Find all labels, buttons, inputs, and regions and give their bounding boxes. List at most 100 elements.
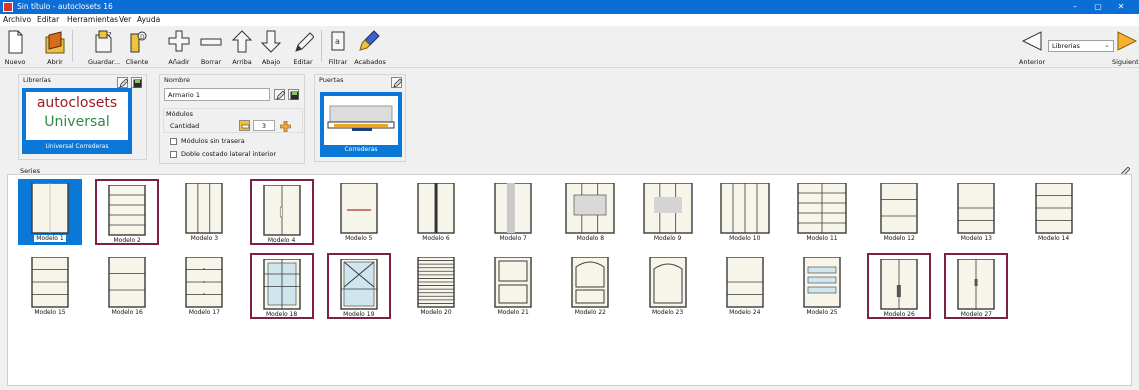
model-thumbnail[interactable]: Modelo 16 bbox=[95, 253, 159, 319]
model-caption: Modelo 3 bbox=[172, 235, 236, 242]
model-thumbnail[interactable]: Modelo 23 bbox=[636, 253, 700, 319]
menu-ayuda[interactable]: Ayuda bbox=[137, 15, 160, 24]
menu-editar[interactable]: Editar bbox=[37, 15, 59, 24]
client-button[interactable]: D Cliente bbox=[122, 28, 152, 66]
model-thumbnail[interactable]: Modelo 27 bbox=[944, 253, 1009, 319]
model-label: Modelo 9 bbox=[653, 235, 682, 242]
arrow-left-icon bbox=[1021, 31, 1042, 51]
doors-card[interactable]: Correderas bbox=[320, 92, 402, 157]
edit-name-button[interactable] bbox=[274, 89, 285, 100]
name-input[interactable]: Armario 1 bbox=[164, 88, 270, 101]
model-thumbnail[interactable]: Modelo 26 bbox=[867, 253, 932, 319]
model-thumbnail[interactable]: Modelo 21 bbox=[481, 253, 545, 319]
library-card[interactable]: autoclosets Universal Universal Correder… bbox=[22, 88, 132, 154]
sliding-doors-icon bbox=[324, 96, 398, 145]
next-button[interactable]: Siguiente bbox=[1112, 28, 1139, 66]
menu-herramientas[interactable]: Herramientas bbox=[67, 15, 118, 24]
model-thumbnail[interactable]: Modelo 6 bbox=[404, 179, 468, 245]
finishes-button[interactable]: Acabados bbox=[353, 28, 387, 66]
wardrobe-icon bbox=[31, 257, 69, 308]
maximize-button[interactable]: ▢ bbox=[1091, 1, 1105, 13]
wardrobe-icon bbox=[880, 183, 918, 234]
model-thumbnail[interactable]: Modelo 20 bbox=[404, 253, 468, 319]
model-thumbnail[interactable]: Modelo 24 bbox=[713, 253, 777, 319]
model-thumbnail[interactable]: Modelo 9 bbox=[636, 179, 700, 245]
add-label: Añadir bbox=[168, 58, 190, 66]
delete-button[interactable]: Borrar bbox=[198, 28, 224, 66]
wardrobe-icon bbox=[108, 257, 146, 308]
model-thumbnail[interactable]: Modelo 4 bbox=[249, 179, 314, 245]
wardrobe-icon bbox=[262, 259, 301, 310]
toolbar: Nuevo Abrir ? Guardar... D Cliente Añadi… bbox=[0, 26, 1139, 68]
model-thumbnail[interactable]: Modelo 17 bbox=[172, 253, 236, 319]
model-thumbnail[interactable]: Modelo 2 bbox=[95, 179, 160, 245]
model-thumbnail[interactable]: Modelo 18 bbox=[249, 253, 314, 319]
model-thumbnail[interactable]: Modelo 22 bbox=[558, 253, 622, 319]
wardrobe-icon bbox=[642, 183, 693, 234]
model-caption: Modelo 21 bbox=[481, 309, 545, 316]
model-thumbnail[interactable]: Modelo 7 bbox=[481, 179, 545, 245]
open-label: Abrir bbox=[47, 58, 63, 66]
save-library-button[interactable] bbox=[131, 77, 142, 88]
doors-caption: Correderas bbox=[344, 146, 378, 153]
menu-archivo[interactable]: Archivo bbox=[3, 15, 31, 24]
modules-title: Módulos bbox=[166, 110, 193, 118]
save-button[interactable]: ? Guardar... bbox=[88, 28, 120, 66]
increase-quantity-button[interactable] bbox=[279, 120, 291, 132]
model-caption: Modelo 1 bbox=[18, 235, 82, 242]
filter-button[interactable]: a Filtrar bbox=[325, 28, 351, 66]
new-button[interactable]: Nuevo bbox=[2, 28, 28, 66]
no-back-checkbox[interactable] bbox=[170, 138, 177, 145]
save-icon bbox=[290, 91, 299, 100]
wardrobe-icon bbox=[803, 257, 841, 308]
add-button[interactable]: Añadir bbox=[166, 28, 192, 66]
model-thumbnail[interactable]: Modelo 19 bbox=[326, 253, 391, 319]
arrow-up-icon bbox=[231, 30, 253, 53]
pencil-icon bbox=[295, 32, 314, 52]
model-thumbnail[interactable]: Modelo 3 bbox=[172, 179, 236, 245]
model-thumbnail[interactable]: Modelo 25 bbox=[790, 253, 854, 319]
libraries-panel-title: Librerías bbox=[23, 76, 51, 84]
model-thumbnail[interactable]: Modelo 15 bbox=[18, 253, 82, 319]
wardrobe-icon bbox=[797, 183, 847, 234]
model-label: Modelo 11 bbox=[806, 235, 838, 242]
close-button[interactable]: ✕ bbox=[1114, 1, 1128, 13]
double-side-checkbox[interactable] bbox=[170, 151, 177, 158]
filter-label: Filtrar bbox=[328, 58, 348, 66]
wardrobe-icon bbox=[648, 257, 687, 308]
open-button[interactable]: Abrir bbox=[42, 28, 68, 66]
model-thumbnail[interactable]: Modelo 1 bbox=[18, 179, 82, 245]
model-label: Modelo 14 bbox=[1037, 235, 1070, 242]
menu-ver[interactable]: Ver bbox=[119, 15, 131, 24]
up-button[interactable]: Arriba bbox=[229, 28, 255, 66]
paintbrush-icon bbox=[359, 30, 380, 51]
wardrobe-icon bbox=[726, 257, 764, 308]
model-thumbnail[interactable]: Modelo 11 bbox=[790, 179, 854, 245]
previous-button[interactable]: Anterior bbox=[1018, 28, 1046, 66]
no-back-label: Módulos sin trasera bbox=[181, 137, 245, 145]
name-panel-title: Nombre bbox=[164, 76, 190, 84]
edit-button[interactable]: Editar bbox=[290, 28, 316, 66]
down-button[interactable]: Abajo bbox=[258, 28, 284, 66]
model-caption: Modelo 20 bbox=[404, 309, 468, 316]
model-thumbnail[interactable]: Modelo 14 bbox=[1022, 179, 1086, 245]
model-label: Modelo 15 bbox=[34, 309, 66, 316]
model-thumbnail[interactable]: Modelo 5 bbox=[327, 179, 391, 245]
edit-doors-button[interactable] bbox=[391, 77, 402, 88]
library-logo: autoclosets Universal bbox=[26, 92, 128, 140]
model-thumbnail[interactable]: Modelo 13 bbox=[944, 179, 1008, 245]
library-dropdown[interactable]: Librerias ⌄ bbox=[1048, 40, 1114, 52]
save-name-button[interactable] bbox=[288, 89, 299, 100]
model-caption: Modelo 8 bbox=[558, 235, 622, 242]
model-thumbnail[interactable]: Modelo 12 bbox=[867, 179, 931, 245]
name-panel: Nombre Armario 1 Módulos Cantidad 3 Módu… bbox=[159, 74, 305, 164]
minimize-button[interactable]: – bbox=[1068, 1, 1082, 13]
model-thumbnail[interactable]: Modelo 8 bbox=[558, 179, 622, 245]
quantity-input[interactable]: 3 bbox=[253, 120, 275, 131]
decrease-quantity-button[interactable] bbox=[239, 120, 250, 131]
edit-library-button[interactable] bbox=[117, 77, 128, 88]
model-thumbnail[interactable]: Modelo 10 bbox=[713, 179, 777, 245]
model-caption: Modelo 23 bbox=[636, 309, 700, 316]
wardrobe-icon bbox=[494, 257, 532, 308]
arrow-down-icon bbox=[260, 30, 282, 53]
